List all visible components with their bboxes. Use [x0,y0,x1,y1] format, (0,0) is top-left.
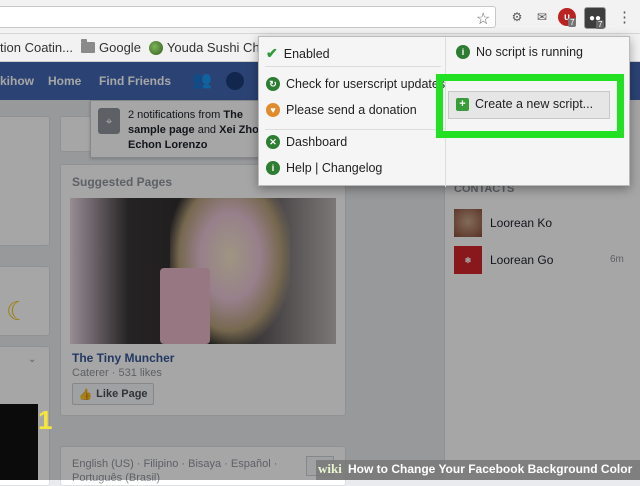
folder-icon [81,39,95,53]
address-bar[interactable] [0,6,496,28]
notification-text-part: 2 notifications from [128,109,224,121]
menu-divider [265,129,441,130]
chevron-down-icon[interactable]: ⌄ [28,354,36,365]
contact-name: Loorean Go [490,253,554,267]
gear-extension-icon[interactable]: ⚙ [508,8,526,26]
menu-item-check-updates[interactable]: ↻ Check for userscript updates [266,77,445,91]
dashboard-icon: ✕ [266,135,280,149]
menu-item-label: Please send a donation [286,103,417,117]
bookmark-folder-google[interactable]: Google [81,39,141,55]
step-number: 1 [38,405,53,435]
contact-item[interactable]: ❄ Loorean Go [454,245,634,275]
page-photo[interactable] [70,198,336,344]
menu-item-label: No script is running [476,45,583,59]
menu-item-no-script: i No script is running [456,45,583,59]
highlight-box [436,74,624,138]
profile-name-partial[interactable]: kihow [0,74,34,88]
checkmark-icon: ✔ [266,45,278,61]
bookmark-label: Youda Sushi Ch [166,40,260,55]
info-icon: i [456,45,470,59]
contact-name: Loorean Ko [490,216,553,230]
menu-item-enabled[interactable]: ✔ Enabled [266,45,330,62]
bookmark-item[interactable]: tion Coatin... [0,40,73,55]
wikihow-logo: wiki [318,461,342,476]
moon-icon: ☾ [6,296,30,326]
menu-item-donation[interactable]: ♥ Please send a donation [266,103,417,117]
languages-list[interactable]: English (US) · Filipino · Bisaya · Españ… [72,457,302,485]
bookmark-item-youda[interactable]: Youda Sushi Ch [148,40,260,55]
bookmark-label: tion Coatin... [0,40,73,55]
bookmark-label: Google [99,40,141,55]
avatar [454,209,482,237]
menu-item-dashboard[interactable]: ✕ Dashboard [266,135,347,149]
watermark-title: How to Change Your Facebook Background C… [348,462,633,476]
info-icon: i [266,161,280,175]
favicon-icon [148,40,163,55]
suggested-pages-title: Suggested Pages [72,175,173,189]
location-pin-icon: ⌖ [98,108,120,134]
cake-tier-image [160,268,210,344]
notification-text-part: and [194,124,220,136]
star-icon[interactable]: ☆ [476,9,490,29]
menu-item-help[interactable]: i Help | Changelog [266,161,382,175]
tampermonkey-badge: 7 [596,20,605,29]
menu-item-label: Help | Changelog [286,161,383,175]
thumbs-up-icon: 👍 [78,388,93,401]
menu-divider [265,66,441,67]
donation-icon: ♥ [266,103,280,117]
menu-item-label: Dashboard [286,135,348,149]
left-card-top [0,116,50,246]
avatar: ❄ [454,246,482,274]
menu-item-label: Enabled [283,46,330,61]
contact-active-time: 6m [610,254,624,265]
dark-thumbnail [0,404,38,480]
page-meta: Caterer · 531 likes [72,367,162,379]
extension-badge: 7 [568,18,577,27]
like-page-button[interactable]: 👍 Like Page [72,383,154,405]
friends-icon[interactable]: 👥 [192,70,212,90]
nav-home[interactable]: Home [48,74,81,88]
mail-extension-icon[interactable]: ✉ [533,8,551,26]
contact-item[interactable]: Loorean Ko [454,208,634,238]
messenger-icon[interactable] [226,72,244,90]
page-name-link[interactable]: The Tiny Muncher [72,351,174,365]
menu-item-label: Check for userscript updates [286,77,446,91]
notification-text: 2 notifications from The sample page and… [128,108,278,153]
nav-find-friends[interactable]: Find Friends [99,74,171,88]
refresh-icon: ↻ [266,77,280,91]
like-page-label: Like Page [96,388,148,400]
chrome-menu-icon[interactable]: ⋮ [617,8,632,26]
